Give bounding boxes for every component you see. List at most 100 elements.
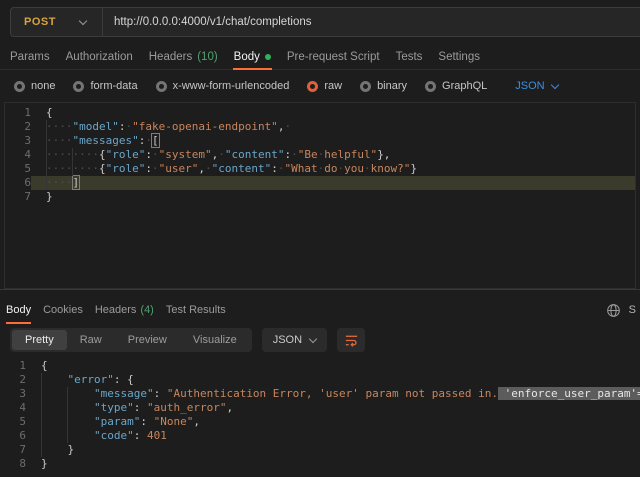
chevron-down-icon	[79, 16, 87, 24]
response-meta: S	[606, 296, 628, 324]
response-toolbar: Pretty Raw Preview Visualize JSON	[0, 324, 640, 356]
tab-params[interactable]: Params	[10, 44, 50, 69]
line-number: 6	[0, 429, 26, 443]
code-line[interactable]: 3····"messages":·[	[5, 134, 635, 148]
code-line-content: "type": "auth_error",	[26, 401, 640, 415]
radio-icon	[425, 81, 436, 92]
response-tab-body[interactable]: Body	[6, 296, 31, 324]
response-body-editor[interactable]: 1{2 "error": {3 "message": "Authenticati…	[0, 356, 640, 477]
line-number: 6	[5, 176, 31, 190]
code-line[interactable]: 7 }	[0, 443, 640, 457]
code-line-content: }	[31, 190, 635, 204]
tab-settings[interactable]: Settings	[438, 44, 480, 69]
radio-icon	[360, 81, 371, 92]
view-preview[interactable]: Preview	[115, 330, 180, 350]
tab-body[interactable]: Body	[234, 44, 271, 69]
indent-guide	[72, 148, 73, 176]
response-tab-test-results[interactable]: Test Results	[166, 296, 226, 324]
radio-selected-icon	[307, 81, 318, 92]
code-line[interactable]: 4········{"role":·"system",·"content":·"…	[5, 148, 635, 162]
request-tabs: Params Authorization Headers (10) Body P…	[0, 44, 640, 70]
code-line[interactable]: 6····]	[5, 176, 635, 190]
mode-none[interactable]: none	[14, 80, 55, 92]
code-line[interactable]: 1{	[5, 106, 635, 120]
indent-guide	[41, 373, 42, 457]
mode-raw[interactable]: raw	[307, 80, 342, 92]
code-line[interactable]: 2····"model":·"fake-openai-endpoint",·	[5, 120, 635, 134]
code-line[interactable]: 3 "message": "Authentication Error, 'use…	[0, 387, 640, 401]
indent-guide	[67, 387, 68, 443]
code-line[interactable]: 6 "code": 401	[0, 429, 640, 443]
code-line-content: }	[26, 443, 640, 457]
body-modified-dot	[265, 54, 271, 60]
view-pretty[interactable]: Pretty	[12, 330, 67, 350]
code-line[interactable]: 4 "type": "auth_error",	[0, 401, 640, 415]
radio-icon	[14, 81, 25, 92]
code-line-content: }	[26, 457, 640, 471]
mode-form-data[interactable]: form-data	[73, 80, 137, 92]
tab-authorization[interactable]: Authorization	[66, 44, 133, 69]
code-line[interactable]: 8}	[0, 457, 640, 471]
code-line-content: "message": "Authentication Error, 'user'…	[26, 387, 640, 401]
line-number: 4	[0, 401, 26, 415]
line-number: 1	[5, 106, 31, 120]
code-line-content: ····]	[31, 176, 635, 190]
tab-pre-request-script[interactable]: Pre-request Script	[287, 44, 380, 69]
code-line-content: ····"model":·"fake-openai-endpoint",·	[31, 120, 635, 134]
body-mode-row: none form-data x-www-form-urlencoded raw…	[0, 70, 640, 102]
code-line[interactable]: 2 "error": {	[0, 373, 640, 387]
response-format-dropdown[interactable]: JSON	[262, 328, 327, 352]
radio-icon	[156, 81, 167, 92]
code-line[interactable]: 5········{"role":·"user",·"content":·"Wh…	[5, 162, 635, 176]
response-headers-count: (4)	[140, 304, 153, 316]
line-number: 5	[5, 162, 31, 176]
raw-format-dropdown[interactable]: JSON	[515, 80, 557, 92]
line-number: 8	[0, 457, 26, 471]
line-number: 3	[0, 387, 26, 401]
tab-headers[interactable]: Headers (10)	[149, 44, 218, 69]
response-tab-cookies[interactable]: Cookies	[43, 296, 83, 324]
code-line-content: {	[31, 106, 635, 120]
code-line[interactable]: 1{	[0, 359, 640, 373]
line-number: 5	[0, 415, 26, 429]
response-section: Body Cookies Headers (4) Test Results S …	[0, 289, 640, 477]
headers-count: (10)	[197, 51, 217, 63]
line-number: 7	[5, 190, 31, 204]
globe-icon[interactable]	[606, 303, 621, 318]
code-line-content: ········{"role":·"user",·"content":·"Wha…	[31, 162, 635, 176]
radio-icon	[73, 81, 84, 92]
view-raw[interactable]: Raw	[67, 330, 115, 350]
request-url-bar: POST http://0.0.0.0:4000/v1/chat/complet…	[10, 7, 640, 37]
code-line-content: ····"messages":·[	[31, 134, 635, 148]
code-line[interactable]: 7}	[5, 190, 635, 204]
wrap-lines-button[interactable]	[337, 328, 365, 352]
code-line-content: "error": {	[26, 373, 640, 387]
line-number: 4	[5, 148, 31, 162]
line-number: 1	[0, 359, 26, 373]
response-tabs: Body Cookies Headers (4) Test Results S	[0, 290, 640, 324]
response-tab-headers[interactable]: Headers (4)	[95, 296, 154, 324]
view-switcher: Pretty Raw Preview Visualize	[10, 328, 252, 352]
status-text-partial: S	[629, 304, 636, 316]
url-input[interactable]: http://0.0.0.0:4000/v1/chat/completions	[103, 16, 312, 28]
code-line-content: ········{"role":·"system",·"content":·"B…	[31, 148, 635, 162]
indent-guide	[46, 120, 47, 190]
mode-binary[interactable]: binary	[360, 80, 407, 92]
code-line-content: "param": "None",	[26, 415, 640, 429]
method-label: POST	[24, 16, 56, 28]
code-line-content: "code": 401	[26, 429, 640, 443]
line-number: 3	[5, 134, 31, 148]
wrap-text-icon	[344, 333, 359, 348]
tab-tests[interactable]: Tests	[396, 44, 423, 69]
line-number: 2	[0, 373, 26, 387]
view-visualize[interactable]: Visualize	[180, 330, 250, 350]
line-number: 2	[5, 120, 31, 134]
chevron-down-icon	[550, 80, 558, 88]
mode-x-www-form-urlencoded[interactable]: x-www-form-urlencoded	[156, 80, 290, 92]
url-row: POST http://0.0.0.0:4000/v1/chat/complet…	[0, 0, 640, 44]
request-body-editor[interactable]: 1{2····"model":·"fake-openai-endpoint",·…	[4, 102, 636, 289]
chevron-down-icon	[309, 334, 317, 342]
code-line[interactable]: 5 "param": "None",	[0, 415, 640, 429]
method-dropdown[interactable]: POST	[11, 16, 102, 28]
mode-graphql[interactable]: GraphQL	[425, 80, 487, 92]
